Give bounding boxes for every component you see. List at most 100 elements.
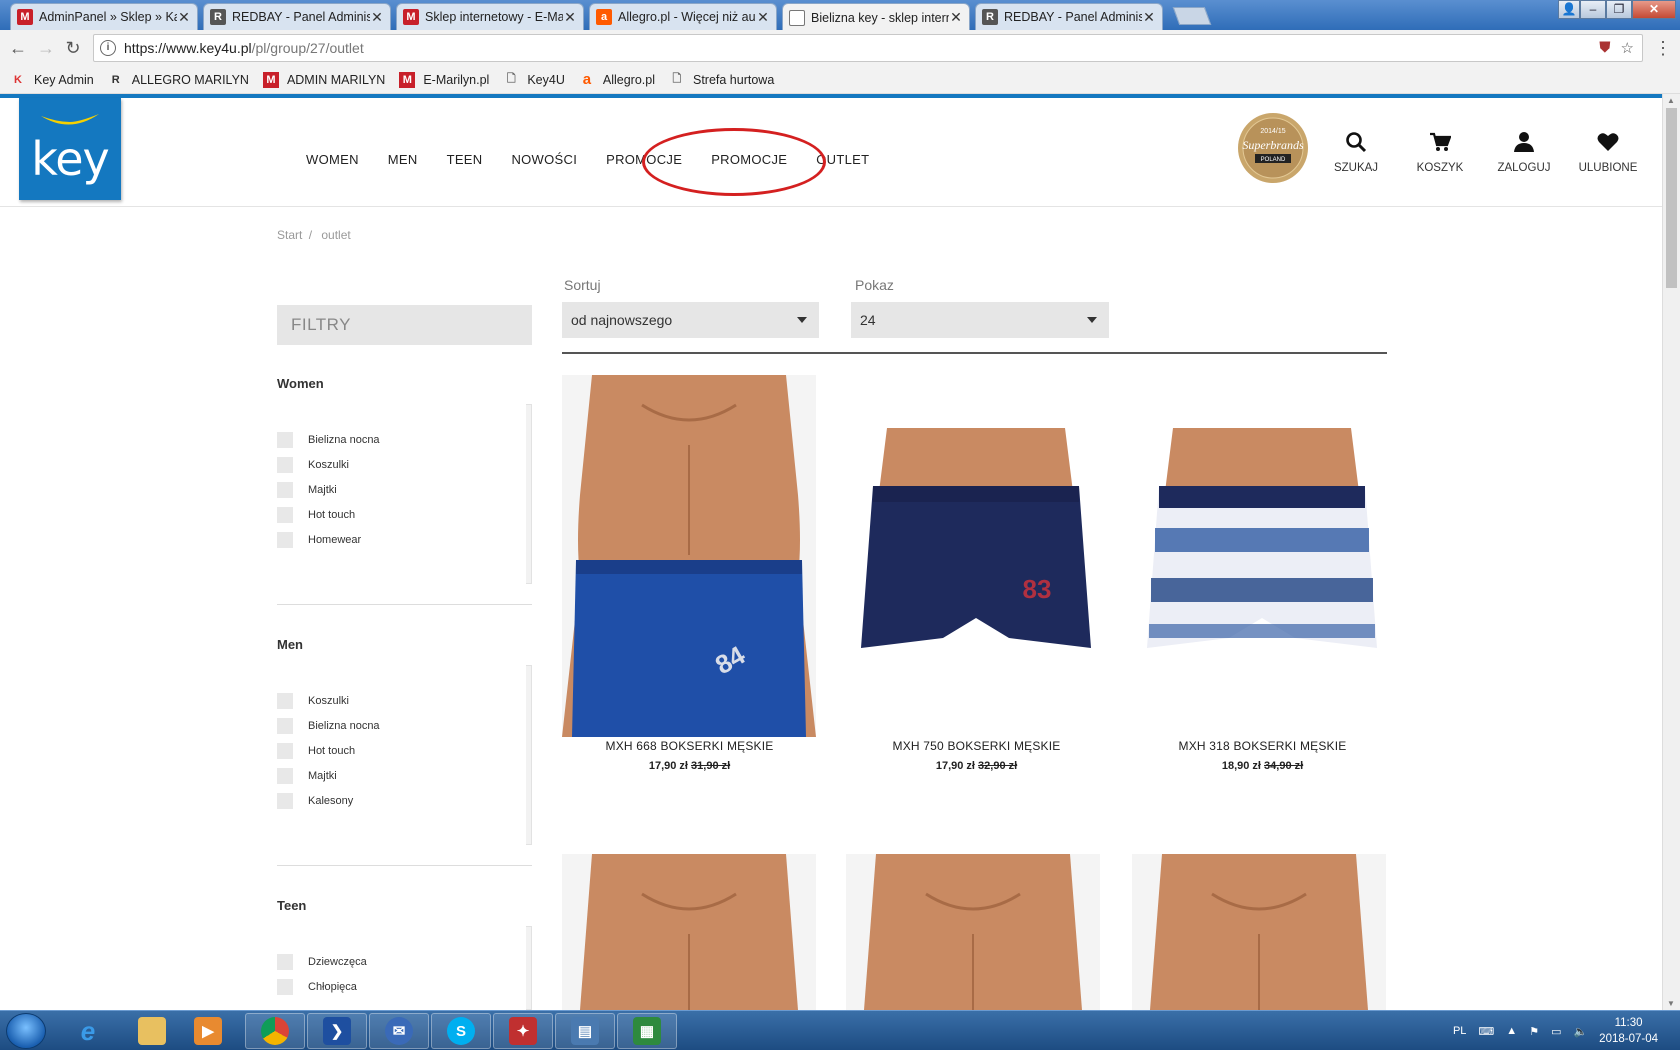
filter-item[interactable]: Hot touch <box>277 507 355 523</box>
filter-checkbox[interactable] <box>277 693 293 709</box>
browser-tab[interactable]: M Sklep internetowy - E-Ma ✕ <box>396 3 584 30</box>
filter-checkbox[interactable] <box>277 457 293 473</box>
filter-scrollbar[interactable] <box>526 926 532 1010</box>
filter-item[interactable]: Koszulki <box>277 457 349 473</box>
taskbar-app[interactable] <box>245 1013 305 1049</box>
filter-group-men[interactable]: Men <box>277 637 303 652</box>
nav-nowosci[interactable]: NOWOŚCI <box>511 152 577 167</box>
maximize-button[interactable]: ❐ <box>1606 0 1632 19</box>
browser-tab[interactable]: M AdminPanel » Sklep » Kat ✕ <box>10 3 198 30</box>
tray-expand-icon[interactable]: ▲ <box>1506 1025 1517 1037</box>
start-button[interactable] <box>6 1013 46 1049</box>
browser-tab-active[interactable]: Bielizna key - sklep intern ✕ <box>782 3 970 31</box>
filter-checkbox[interactable] <box>277 507 293 523</box>
browser-menu-icon[interactable]: ⋮ <box>1654 38 1672 59</box>
action-center-flag-icon[interactable]: ⚑ <box>1529 1025 1539 1038</box>
window-close-button[interactable]: ✕ <box>1632 0 1676 19</box>
network-icon[interactable]: ▭ <box>1551 1025 1561 1038</box>
scroll-down-icon[interactable]: ▼ <box>1667 999 1675 1008</box>
new-tab-button[interactable] <box>1172 7 1212 25</box>
filter-item[interactable]: Homewear <box>277 532 361 548</box>
filter-scrollbar[interactable] <box>526 404 532 584</box>
product-name[interactable]: MXH 318 BOKSERKI MĘSKIE <box>1135 739 1390 753</box>
page-scrollbar[interactable]: ▲ ▼ <box>1662 94 1680 1010</box>
filter-item[interactable]: Chłopięca <box>277 979 357 995</box>
product-image[interactable] <box>846 854 1100 1010</box>
product-name[interactable]: MXH 750 BOKSERKI MĘSKIE <box>849 739 1104 753</box>
nav-teen[interactable]: TEEN <box>447 152 483 167</box>
breadcrumb-start[interactable]: Start <box>277 228 302 242</box>
favorites-button[interactable]: ULUBIONE <box>1568 128 1648 174</box>
tab-close-icon[interactable]: ✕ <box>756 9 770 26</box>
filter-scrollbar[interactable] <box>526 665 532 845</box>
taskbar-app[interactable]: ✉ <box>369 1013 429 1049</box>
profile-icon[interactable]: 👤 <box>1558 0 1580 19</box>
sort-select[interactable]: od najnowszego <box>562 302 819 338</box>
site-info-icon[interactable]: i <box>100 40 116 56</box>
tab-close-icon[interactable]: ✕ <box>177 9 191 26</box>
filter-checkbox[interactable] <box>277 954 293 970</box>
keyboard-icon[interactable]: ⌨ <box>1478 1025 1494 1038</box>
shield-blocked-icon[interactable]: ⛊ <box>1599 39 1610 57</box>
tab-close-icon[interactable]: ✕ <box>949 9 963 26</box>
filter-checkbox[interactable] <box>277 793 293 809</box>
filter-checkbox[interactable] <box>277 532 293 548</box>
product-image[interactable] <box>1132 854 1386 1010</box>
filter-item[interactable]: Majtki <box>277 768 337 784</box>
bookmark-item[interactable]: M E-Marilyn.pl <box>399 71 489 88</box>
taskbar-app[interactable] <box>122 1013 182 1049</box>
bookmark-item[interactable]: 🗋 Key4U <box>503 72 565 88</box>
taskbar-app[interactable]: ❯ <box>307 1013 367 1049</box>
browser-tab[interactable]: R REDBAY - Panel Administ ✕ <box>975 3 1163 30</box>
login-button[interactable]: ZALOGUJ <box>1484 128 1564 174</box>
scrollbar-thumb[interactable] <box>1666 108 1677 288</box>
filter-checkbox[interactable] <box>277 979 293 995</box>
cart-button[interactable]: KOSZYK <box>1400 128 1480 174</box>
filter-checkbox[interactable] <box>277 718 293 734</box>
filter-group-teen[interactable]: Teen <box>277 898 306 913</box>
filter-checkbox[interactable] <box>277 768 293 784</box>
filter-checkbox[interactable] <box>277 482 293 498</box>
search-button[interactable]: SZUKAJ <box>1316 128 1396 174</box>
tab-close-icon[interactable]: ✕ <box>370 9 384 26</box>
filter-item[interactable]: Bielizna nocna <box>277 718 380 734</box>
filter-item[interactable]: Hot touch <box>277 743 355 759</box>
product-image[interactable]: 84 <box>562 375 816 737</box>
taskbar-app[interactable]: ▦ <box>617 1013 677 1049</box>
taskbar-app[interactable]: ▶ <box>178 1013 238 1049</box>
bookmark-item[interactable]: M ADMIN MARILYN <box>262 71 385 88</box>
reload-icon[interactable]: ↻ <box>63 38 83 58</box>
product-name[interactable]: MXH 668 BOKSERKI MĘSKIE <box>562 739 817 753</box>
filter-item[interactable]: Bielizna nocna <box>277 432 380 448</box>
minimize-button[interactable]: – <box>1580 0 1606 19</box>
taskbar-app[interactable]: S <box>431 1013 491 1049</box>
back-arrow-icon[interactable]: ← <box>8 38 28 58</box>
bookmark-item[interactable]: R ALLEGRO MARILYN <box>108 72 249 88</box>
product-image[interactable] <box>1135 428 1389 684</box>
language-indicator[interactable]: PL <box>1453 1025 1466 1037</box>
nav-women[interactable]: WOMEN <box>306 152 359 167</box>
nav-men[interactable]: MEN <box>388 152 418 167</box>
filter-checkbox[interactable] <box>277 743 293 759</box>
show-count-select[interactable]: 24 <box>851 302 1109 338</box>
bookmark-item[interactable]: a Allegro.pl <box>579 71 655 88</box>
filter-item[interactable]: Majtki <box>277 482 337 498</box>
browser-tab[interactable]: R REDBAY - Panel Administ ✕ <box>203 3 391 30</box>
bookmark-star-icon[interactable]: ☆ <box>1621 39 1634 57</box>
bookmark-item[interactable]: 🗋 Strefa hurtowa <box>669 72 775 88</box>
forward-arrow-icon[interactable]: → <box>36 38 56 58</box>
filter-group-women[interactable]: Women <box>277 376 324 391</box>
filter-item[interactable]: Dziewczęca <box>277 954 367 970</box>
taskbar-app[interactable]: ✦ <box>493 1013 553 1049</box>
filter-checkbox[interactable] <box>277 432 293 448</box>
url-field[interactable]: i https://www.key4u.pl/pl/group/27/outle… <box>93 34 1643 62</box>
site-logo[interactable]: key <box>19 98 121 200</box>
taskbar-app[interactable]: ▤ <box>555 1013 615 1049</box>
volume-icon[interactable]: 🔈 <box>1573 1025 1587 1038</box>
browser-tab[interactable]: a Allegro.pl - Więcej niż au ✕ <box>589 3 777 30</box>
tab-close-icon[interactable]: ✕ <box>563 9 577 26</box>
bookmark-item[interactable]: K Key Admin <box>10 72 94 88</box>
product-image[interactable]: 83 <box>849 428 1103 684</box>
tab-close-icon[interactable]: ✕ <box>1142 9 1156 26</box>
taskbar-app[interactable]: e <box>58 1013 118 1049</box>
